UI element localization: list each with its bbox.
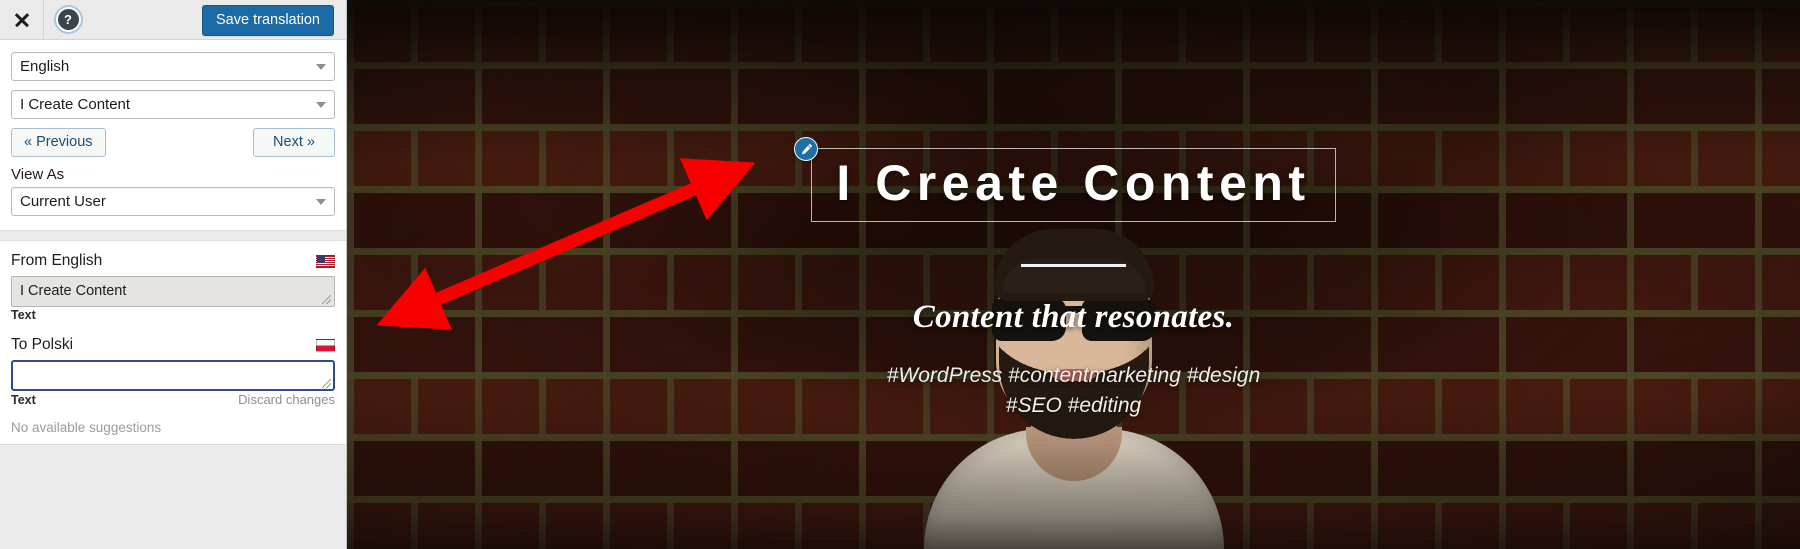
source-header: From English — [11, 252, 335, 270]
target-type-label: Text — [11, 392, 36, 407]
target-meta-row: Text Discard changes — [11, 392, 335, 407]
sidebar-footer — [0, 444, 346, 549]
help-button[interactable]: ? — [44, 0, 92, 40]
flag-us-icon — [316, 254, 335, 268]
sidebar-navigation-section: English I Create Content « Previous Next… — [0, 40, 346, 231]
target-language-label: To Polski — [11, 336, 74, 353]
close-icon — [14, 12, 29, 27]
source-language-label: From English — [11, 252, 103, 269]
photo-vignette — [347, 0, 1800, 549]
close-button[interactable] — [0, 0, 44, 40]
pager-row: « Previous Next » — [11, 128, 335, 157]
site-preview: I Create Content Content that resonates.… — [347, 0, 1800, 549]
source-type-label: Text — [11, 308, 36, 322]
sidebar-toolbar: ? Save translation — [0, 0, 346, 40]
previous-button[interactable]: « Previous — [11, 128, 106, 157]
source-text-field[interactable]: I Create Content — [11, 276, 335, 307]
target-header: To Polski — [11, 336, 335, 354]
next-button[interactable]: Next » — [253, 128, 335, 157]
translation-sidebar: ? Save translation English I Create Cont… — [0, 0, 347, 549]
translation-editor-app: ? Save translation English I Create Cont… — [0, 0, 1800, 549]
string-select-row: I Create Content — [11, 90, 335, 119]
discard-changes-link[interactable]: Discard changes — [238, 392, 335, 407]
language-select[interactable]: English — [11, 52, 335, 81]
pencil-edit-icon[interactable] — [794, 137, 819, 161]
language-select-row: English — [11, 52, 335, 81]
target-text-field[interactable] — [11, 360, 335, 391]
flag-pl-icon — [316, 338, 335, 352]
view-as-select[interactable]: Current User — [11, 187, 335, 216]
suggestions-message: No available suggestions — [11, 420, 162, 435]
view-as-label: View As — [11, 166, 65, 183]
section-divider — [0, 231, 346, 241]
view-as-select-row: Current User — [11, 187, 335, 216]
help-icon: ? — [57, 9, 79, 30]
string-select[interactable]: I Create Content — [11, 90, 335, 119]
source-meta-row: Text — [11, 308, 335, 322]
translation-pane: From English I Create Content Text To Po… — [0, 241, 346, 444]
hero-title: I Create Content — [836, 155, 1311, 211]
hero-title-editable-box[interactable]: I Create Content — [794, 137, 1336, 222]
save-translation-button[interactable]: Save translation — [202, 5, 334, 36]
